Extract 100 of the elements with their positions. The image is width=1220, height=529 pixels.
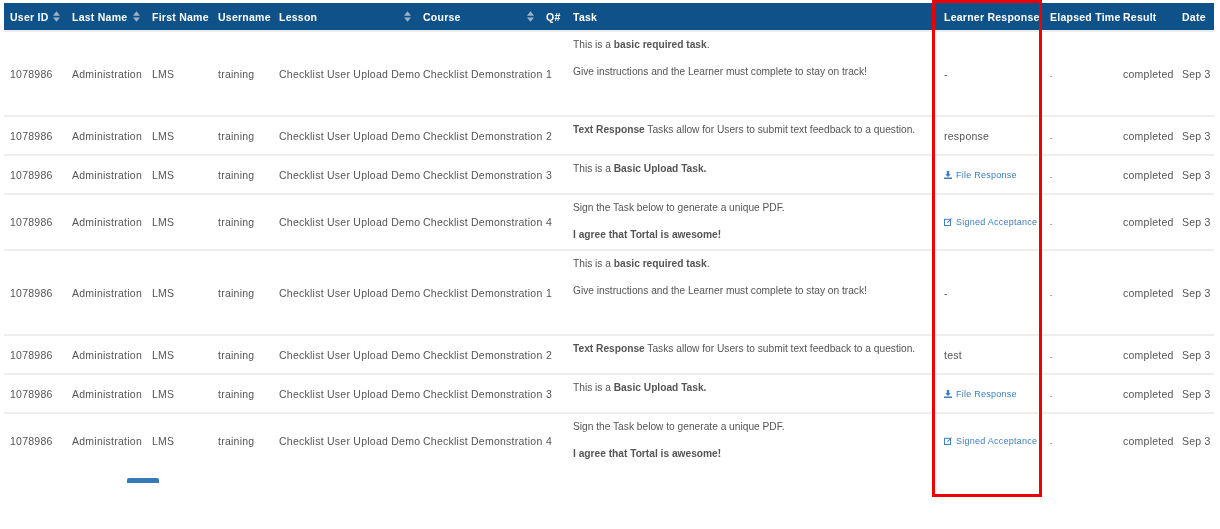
column-header[interactable]: First Name [152, 10, 209, 23]
date-cell: Sep 3 [1182, 67, 1211, 80]
last-name-cell: Administration [72, 286, 143, 299]
result-cell: completed [1123, 168, 1174, 181]
user-id-cell: 1078986 [10, 216, 53, 228]
question-number-cell: 2 [546, 348, 553, 361]
sort-icon[interactable] [53, 11, 60, 22]
column-header[interactable]: Task [573, 10, 598, 23]
user-id-cell: 1078986 [10, 286, 53, 299]
course-cell: Checklist Demonstration [423, 435, 543, 447]
download-icon [944, 389, 952, 398]
file-response-link[interactable]: File Response [944, 388, 1017, 399]
user-id-cell: 1078986 [10, 387, 53, 400]
course-cell: Checklist Demonstration [423, 286, 543, 299]
date-cell: Sep 3 [1182, 168, 1211, 181]
response-text: test [944, 348, 962, 361]
first-name-cell: LMS [152, 67, 175, 80]
course-cell: Checklist Demonstration [423, 348, 543, 361]
lesson-cell: Checklist User Upload Demo [279, 387, 421, 400]
username-cell: training [218, 67, 255, 80]
user-id-cell: 1078986 [10, 67, 53, 80]
sort-icon[interactable] [527, 11, 534, 22]
last-name-cell: Administration [72, 435, 143, 447]
task-text: Sign the Task below to generate a unique PDF. [573, 419, 785, 434]
first-name-cell: LMS [152, 129, 175, 142]
username-cell: training [218, 216, 255, 228]
lesson-cell: Checklist User Upload Demo [279, 435, 421, 447]
column-header[interactable]: Lesson [279, 10, 318, 23]
last-name-cell: Administration [72, 216, 143, 228]
task-text: This is a basic required task. [573, 256, 710, 271]
sort-icon[interactable] [404, 11, 411, 22]
lesson-cell: Checklist User Upload Demo [279, 168, 421, 181]
edit-icon [944, 218, 952, 226]
lesson-cell: Checklist User Upload Demo [279, 129, 421, 142]
column-header[interactable]: Result [1123, 10, 1157, 23]
column-header[interactable]: Learner Response [944, 10, 1040, 23]
course-cell: Checklist Demonstration [423, 67, 543, 80]
task-text: Text Response Tasks allow for Users to submit text feedback to a question. [573, 122, 916, 137]
task-text: Sign the Task below to generate a unique PDF. [573, 200, 785, 215]
lesson-cell: Checklist User Upload Demo [279, 216, 421, 228]
result-cell: completed [1123, 435, 1174, 447]
first-name-cell: LMS [152, 387, 175, 400]
result-cell: completed [1123, 67, 1174, 80]
username-cell: training [218, 348, 255, 361]
user-id-cell: 1078986 [10, 348, 53, 361]
user-id-cell: 1078986 [10, 168, 53, 181]
date-cell: Sep 3 [1182, 348, 1211, 361]
date-cell: Sep 3 [1182, 129, 1211, 142]
task-text: Text Response Tasks allow for Users to submit text feedback to a question. [573, 341, 916, 356]
user-id-cell: 1078986 [10, 129, 53, 142]
course-cell: Checklist Demonstration [423, 216, 543, 228]
question-number-cell: 4 [546, 435, 553, 447]
signed-acceptance-link[interactable]: Signed Acceptance [944, 217, 1038, 227]
file-response-link[interactable]: File Response [944, 169, 1017, 180]
result-cell: completed [1123, 387, 1174, 400]
column-header[interactable]: Username [218, 10, 271, 23]
first-name-cell: LMS [152, 286, 175, 299]
result-cell: completed [1123, 348, 1174, 361]
first-name-cell: LMS [152, 216, 175, 228]
column-header[interactable]: Q# [546, 10, 561, 23]
task-text: This is a Basic Upload Task. [573, 380, 707, 395]
task-text: This is a Basic Upload Task. [573, 161, 707, 176]
username-cell: training [218, 435, 255, 447]
task-text: Give instructions and the Learner must complete to stay on track! [573, 64, 867, 79]
question-number-cell: 1 [546, 286, 553, 299]
column-header[interactable]: Course [423, 10, 461, 23]
column-header[interactable]: User ID [10, 10, 49, 23]
result-cell: completed [1123, 286, 1174, 299]
last-name-cell: Administration [72, 67, 143, 80]
username-cell: training [218, 129, 255, 142]
download-icon [944, 170, 952, 179]
date-cell: Sep 3 [1182, 387, 1211, 400]
task-text: I agree that Tortal is awesome! [573, 227, 722, 242]
column-header[interactable]: Date [1182, 10, 1206, 23]
last-name-cell: Administration [72, 168, 143, 181]
date-cell: Sep 3 [1182, 216, 1211, 228]
date-cell: Sep 3 [1182, 435, 1211, 447]
first-name-cell: LMS [152, 168, 175, 181]
signed-acceptance-link[interactable]: Signed Acceptance [944, 436, 1038, 446]
date-cell: Sep 3 [1182, 286, 1211, 299]
question-number-cell: 2 [546, 129, 553, 142]
first-name-cell: LMS [152, 348, 175, 361]
course-cell: Checklist Demonstration [423, 387, 543, 400]
column-header[interactable]: Last Name [72, 10, 128, 23]
task-text: Give instructions and the Learner must complete to stay on track! [573, 283, 867, 298]
task-text: This is a basic required task. [573, 37, 710, 52]
lesson-cell: Checklist User Upload Demo [279, 286, 421, 299]
response-text: response [944, 129, 990, 142]
result-cell: completed [1123, 216, 1174, 228]
response-text: - [944, 286, 948, 299]
user-id-cell: 1078986 [10, 435, 53, 447]
sort-icon[interactable] [133, 11, 140, 22]
first-name-cell: LMS [152, 435, 175, 447]
question-number-cell: 3 [546, 168, 553, 181]
username-cell: training [218, 168, 255, 181]
result-cell: completed [1123, 129, 1174, 142]
last-name-cell: Administration [72, 129, 143, 142]
last-name-cell: Administration [72, 348, 143, 361]
username-cell: training [218, 286, 255, 299]
column-header[interactable]: Elapsed Time [1050, 10, 1121, 23]
